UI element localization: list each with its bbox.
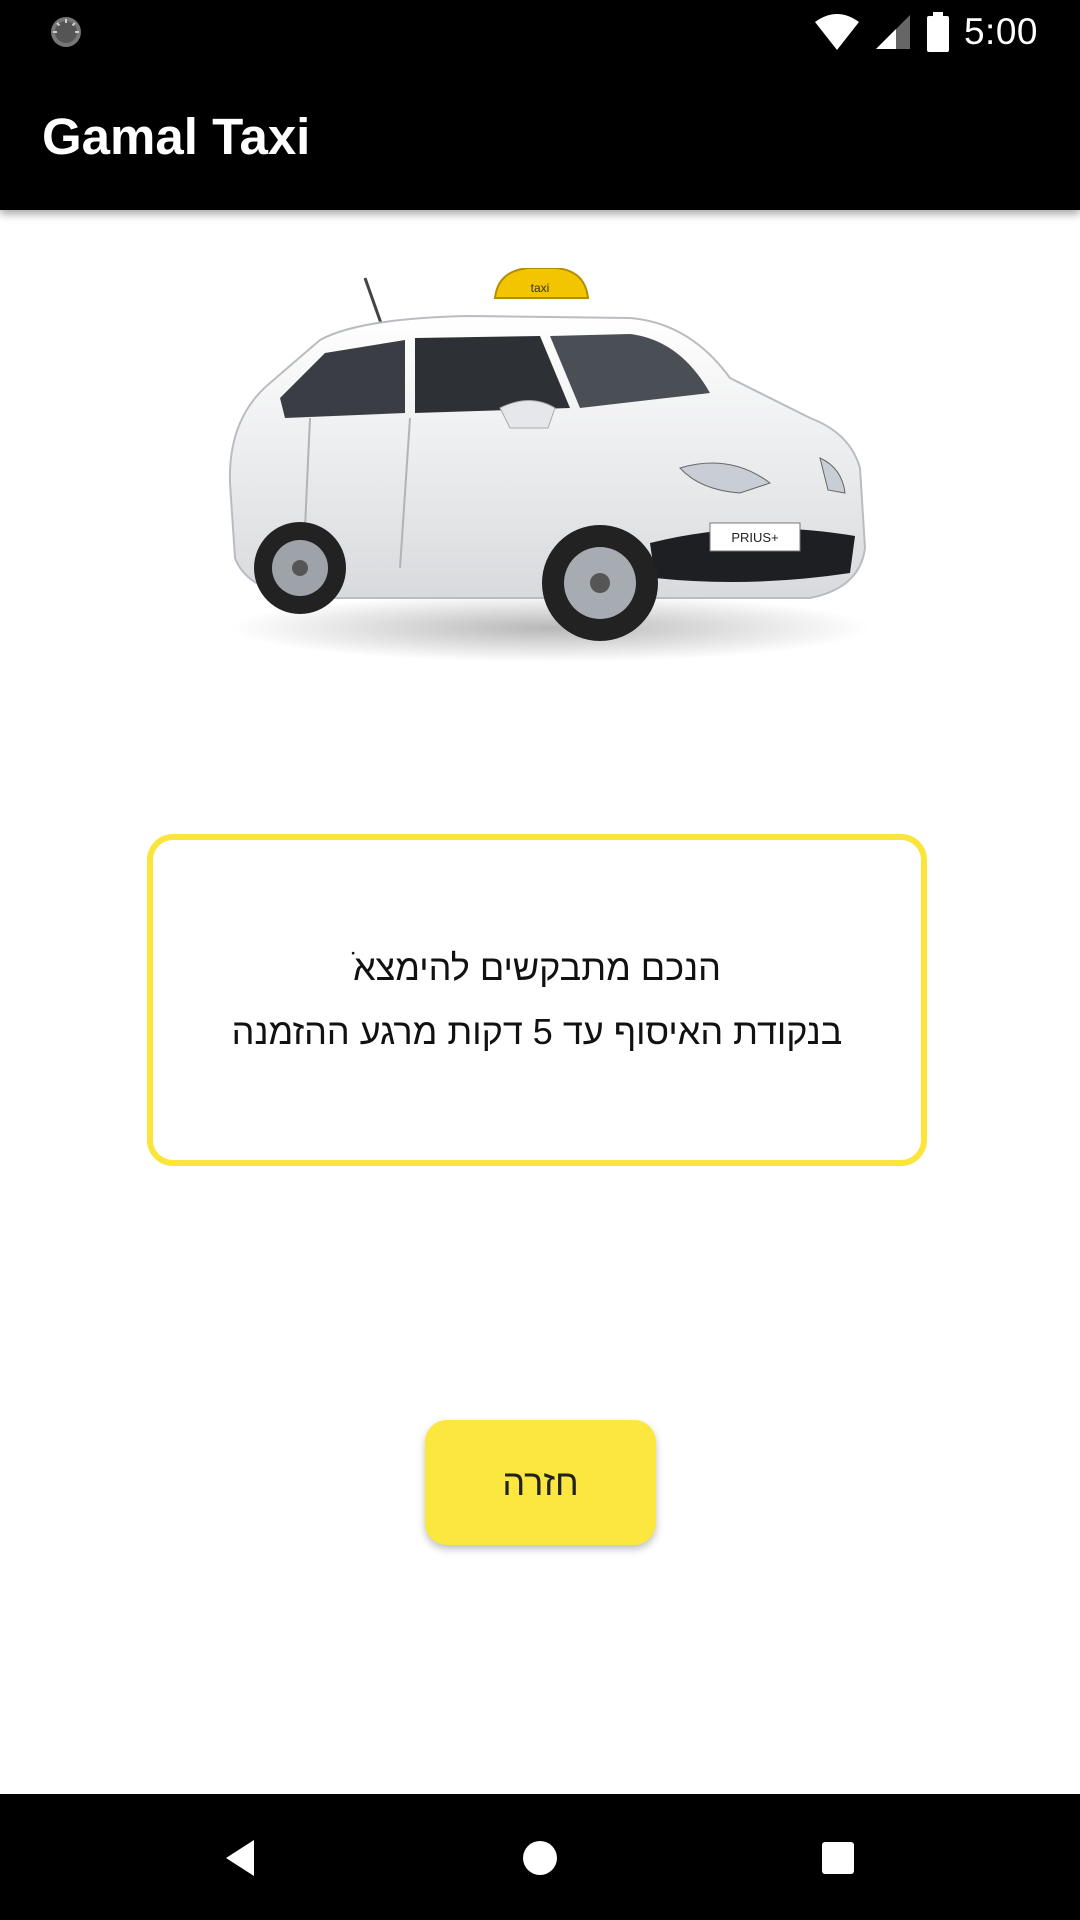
wifi-icon [814, 13, 859, 50]
app-bar: Gamal Taxi [0, 63, 1080, 210]
pickup-notice-line-2: בנקודת האיסוף עד 5 דקות מרגע ההזמנה [231, 1011, 843, 1052]
battery-icon [926, 11, 949, 52]
app-title: Gamal Taxi [42, 108, 311, 165]
back-triangle-icon[interactable] [214, 1830, 270, 1886]
taxi-car-image: taxi PRIUS+ [228, 268, 870, 662]
plate-label: PRIUS+ [731, 530, 778, 545]
back-button[interactable]: חזרה [425, 1420, 656, 1545]
roof-sign-label: taxi [531, 281, 550, 295]
signal-icon [875, 14, 910, 49]
status-icons: 5:00 [814, 0, 1038, 63]
pickup-notice-box: הנכם מתבקשים להימצאׁ בנקודת האיסוף עד 5 … [147, 834, 927, 1166]
loading-icon [51, 17, 81, 47]
system-nav-bar [0, 1794, 1080, 1920]
pickup-notice-line-1: הנכם מתבקשים להימצאׁ [353, 947, 721, 988]
status-bar: 5:00 [0, 0, 1080, 63]
recents-square-icon[interactable] [810, 1830, 866, 1886]
home-circle-icon[interactable] [512, 1830, 568, 1886]
status-time: 5:00 [963, 10, 1038, 52]
